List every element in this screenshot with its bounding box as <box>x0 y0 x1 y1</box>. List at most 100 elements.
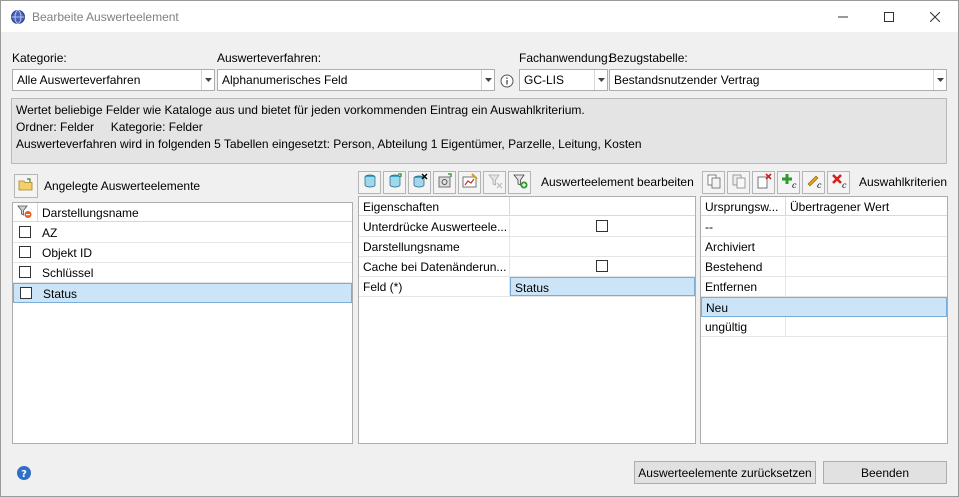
info-icon[interactable] <box>500 74 514 88</box>
reset-button[interactable]: Auswerteelemente zurücksetzen <box>634 461 816 484</box>
left-panel-title: Angelegte Auswerteelemente <box>44 179 201 193</box>
auswerteelemente-list: Darstellungsname AZ Objekt ID Schlüssel Sta… <box>12 202 353 444</box>
add-linked-button[interactable] <box>383 171 406 194</box>
column-eigenschaften[interactable]: Eigenschaften <box>359 197 510 216</box>
property-value[interactable] <box>510 217 695 236</box>
delete-table-icon <box>412 173 428 192</box>
settings-icon <box>437 173 453 192</box>
item-label: Schlüssel <box>42 266 94 280</box>
beenden-button[interactable]: Beenden <box>823 461 947 484</box>
table-row[interactable]: Darstellungsname <box>359 237 695 257</box>
edit-criterion-button[interactable]: c <box>802 171 825 194</box>
column-uebertragener-wert[interactable]: Übertragener Wert <box>786 197 947 216</box>
transferred-value[interactable] <box>786 237 947 256</box>
paste-icon <box>731 173 747 192</box>
filter-disabled-button[interactable] <box>483 171 506 194</box>
chevron-down-icon <box>594 70 607 90</box>
property-checkbox[interactable] <box>596 260 608 272</box>
fachanwendung-select[interactable]: GC-LIS <box>519 69 608 91</box>
table-row[interactable]: Cache bei Datenänderun... <box>359 257 695 277</box>
criterion-row[interactable]: -- <box>701 217 947 237</box>
delete-table-button[interactable] <box>408 171 431 194</box>
criterion-row[interactable]: ungültig <box>701 317 947 337</box>
description-line-1: Wertet beliebige Felder wie Kataloge aus… <box>16 103 585 117</box>
paste-button[interactable] <box>727 171 750 194</box>
item-label: Objekt ID <box>42 246 93 260</box>
transferred-value[interactable] <box>786 317 947 336</box>
list-item[interactable]: AZ <box>13 223 352 243</box>
criterion-row[interactable]: Bestehend <box>701 257 947 277</box>
property-value[interactable]: Status <box>510 277 695 296</box>
table-header: Eigenschaften <box>359 197 695 216</box>
origin-value: Archiviert <box>701 237 786 256</box>
criterion-row[interactable]: Neu <box>701 297 947 317</box>
filter-remove-icon[interactable] <box>13 203 38 222</box>
description-line-3: Auswerteverfahren wird in folgenden 5 Ta… <box>16 137 642 151</box>
property-value[interactable] <box>510 257 695 276</box>
criterion-row[interactable]: Archiviert <box>701 237 947 257</box>
property-checkbox[interactable] <box>596 220 608 232</box>
row-checkbox[interactable] <box>19 266 31 278</box>
verfahren-select[interactable]: Alphanumerisches Feld <box>217 69 495 91</box>
help-icon[interactable]: ? <box>16 465 32 481</box>
delete-button[interactable] <box>752 171 775 194</box>
fachanwendung-value: GC-LIS <box>524 73 565 87</box>
row-checkbox[interactable] <box>19 246 31 258</box>
chevron-down-icon <box>481 70 494 90</box>
svg-text:c: c <box>842 181 847 189</box>
add-criterion-icon: c <box>781 173 797 192</box>
maximize-button[interactable] <box>866 1 912 32</box>
row-checkbox[interactable] <box>19 226 31 238</box>
settings-button[interactable] <box>433 171 456 194</box>
bezugstabelle-label: Bezugstabelle: <box>609 51 688 65</box>
add-table-button[interactable] <box>358 171 381 194</box>
auswahlkriterien-table: Ursprungsw... Übertragener Wert -- Archiv… <box>700 196 948 444</box>
app-globe-icon <box>10 9 26 25</box>
list-item[interactable]: Status <box>13 283 352 303</box>
bezugstabelle-select[interactable]: Bestandsnutzender Vertrag <box>609 69 947 91</box>
origin-value: Entfernen <box>701 277 786 296</box>
filter-add-button[interactable] <box>508 171 531 194</box>
property-value[interactable] <box>510 237 695 256</box>
table-row[interactable]: Unterdrücke Auswerteele... <box>359 217 695 237</box>
description-line-2: Ordner: Felder Kategorie: Felder <box>16 120 203 134</box>
column-wert[interactable] <box>510 197 695 216</box>
table-row[interactable]: Feld (*) Status <box>359 277 695 297</box>
origin-value: Bestehend <box>701 257 786 276</box>
transferred-value[interactable] <box>786 277 947 296</box>
edit-chart-button[interactable] <box>458 171 481 194</box>
property-name: Cache bei Datenänderun... <box>359 257 510 276</box>
delete-icon <box>756 173 772 192</box>
add-criterion-button[interactable]: c <box>777 171 800 194</box>
open-folder-button[interactable] <box>14 174 38 198</box>
kategorie-label: Kategorie: <box>12 51 67 65</box>
column-darstellungsname[interactable]: Darstellungsname <box>38 203 352 222</box>
add-table-icon <box>362 173 378 192</box>
list-item[interactable]: Schlüssel <box>13 263 352 283</box>
right-panel-title: Auswahlkriterien <box>859 175 948 189</box>
minimize-icon <box>838 12 848 22</box>
folder-icon <box>18 177 34 195</box>
transferred-value[interactable] <box>786 257 947 276</box>
copy-button[interactable] <box>702 171 725 194</box>
filter-add-icon <box>512 173 528 192</box>
remove-criterion-button[interactable]: c <box>827 171 850 194</box>
close-button[interactable] <box>912 1 958 32</box>
bezugstabelle-value: Bestandsnutzender Vertrag <box>614 73 760 87</box>
row-checkbox[interactable] <box>20 287 32 299</box>
kategorie-select[interactable]: Alle Auswerteverfahren <box>12 69 215 91</box>
title-bar: Bearbeite Auswerteelement <box>1 1 958 32</box>
window-title: Bearbeite Auswerteelement <box>32 10 179 24</box>
kategorie-value: Alle Auswerteverfahren <box>17 73 141 87</box>
criterion-row[interactable]: Entfernen <box>701 277 947 297</box>
transferred-value[interactable] <box>786 217 947 236</box>
maximize-icon <box>884 11 894 22</box>
chevron-down-icon <box>201 70 214 90</box>
column-ursprungswert[interactable]: Ursprungsw... <box>701 197 786 216</box>
property-name: Darstellungsname <box>359 237 510 256</box>
minimize-button[interactable] <box>820 1 866 32</box>
transferred-value[interactable] <box>787 298 948 317</box>
copy-icon <box>706 173 722 192</box>
add-linked-icon <box>387 173 403 192</box>
list-item[interactable]: Objekt ID <box>13 243 352 263</box>
